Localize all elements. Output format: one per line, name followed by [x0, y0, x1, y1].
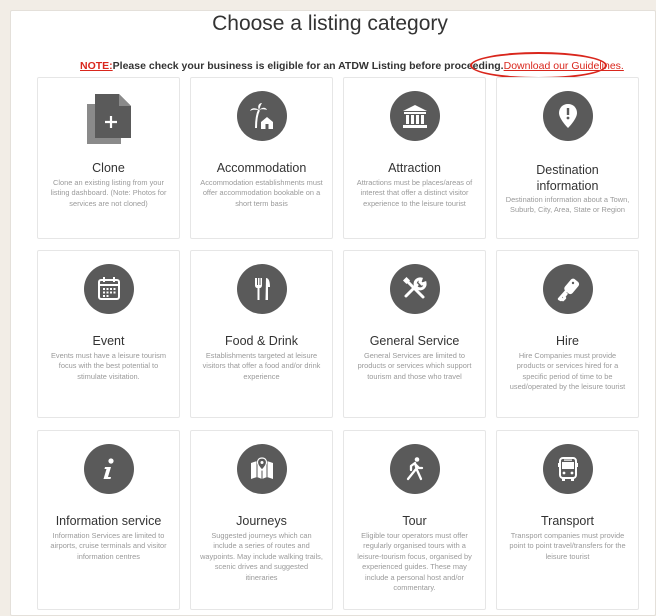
download-guidelines-link[interactable]: Download our Guidelines.: [504, 60, 624, 72]
card-title: General Service: [369, 334, 460, 348]
category-card-accommodation[interactable]: Accommodation Accommodation establishmen…: [190, 77, 333, 239]
card-description: Suggested journeys which can include a s…: [200, 531, 323, 582]
card-description: General Services are limited to products…: [357, 351, 472, 381]
card-title: Destination information: [536, 163, 599, 193]
card-title: Attraction: [388, 161, 441, 175]
category-card-food-drink[interactable]: Food & Drink Establishments targeted at …: [190, 250, 333, 418]
category-card-clone[interactable]: Clone Clone an existing listing from you…: [37, 77, 180, 239]
category-card-general-service[interactable]: General Service General Services are lim…: [343, 250, 486, 418]
palm-house-icon: [236, 91, 287, 141]
category-card-event[interactable]: Event Events must have a leisure tourism…: [37, 250, 180, 418]
map-pin-icon: [542, 91, 593, 141]
card-description: Information Services are limited to airp…: [50, 531, 167, 561]
clone-icon: [86, 94, 131, 144]
category-card-tour[interactable]: Tour Eligible tour operators must offer …: [343, 430, 486, 610]
note-label: NOTE:: [80, 60, 113, 72]
card-description: Events must have a leisure tourism focus…: [50, 351, 166, 381]
card-description: Establishments targeted at leisure visit…: [202, 351, 321, 381]
bus-icon: [542, 444, 593, 494]
fork-knife-icon: [236, 264, 287, 314]
info-icon: [83, 444, 134, 494]
museum-icon: [389, 91, 440, 141]
card-description: Eligible tour operators must offer regul…: [357, 531, 472, 593]
map-icon: [236, 444, 287, 494]
category-card-destination-information[interactable]: Destination information Destination info…: [496, 77, 639, 239]
tools-icon: [389, 264, 440, 314]
card-description: Hire Companies must provide products or …: [509, 351, 626, 392]
card-title: Food & Drink: [225, 334, 298, 348]
card-description: Accommodation establishments must offer …: [200, 178, 323, 208]
card-description: Clone an existing listing from your list…: [50, 178, 167, 208]
card-description: Transport companies must provide point t…: [509, 531, 626, 561]
card-title: Event: [92, 334, 125, 348]
card-title: Transport: [540, 514, 595, 528]
category-card-information-service[interactable]: Information service Information Services…: [37, 430, 180, 610]
card-title: Journeys: [236, 514, 287, 528]
category-card-journeys[interactable]: Journeys Suggested journeys which can in…: [190, 430, 333, 610]
card-title: Accommodation: [216, 161, 307, 175]
category-card-hire[interactable]: Hire Hire Companies must provide product…: [496, 250, 639, 418]
key-icon: [542, 264, 593, 314]
eligibility-note: NOTE:Please check your business is eligi…: [80, 60, 624, 72]
category-card-attraction[interactable]: Attraction Attractions must be places/ar…: [343, 77, 486, 239]
card-title: Information service: [55, 514, 162, 528]
category-card-transport[interactable]: Transport Transport companies must provi…: [496, 430, 639, 610]
walking-person-icon: [389, 444, 440, 494]
card-title: Clone: [92, 161, 125, 175]
page-title: Choose a listing category: [212, 12, 448, 35]
card-title: Tour: [402, 514, 427, 528]
card-title: Hire: [556, 334, 579, 348]
card-description: Destination information about a Town, Su…: [505, 195, 630, 215]
note-text: Please check your business is eligible f…: [112, 60, 504, 72]
calendar-icon: [83, 264, 134, 314]
card-description: Attractions must be places/areas of inte…: [356, 178, 473, 208]
